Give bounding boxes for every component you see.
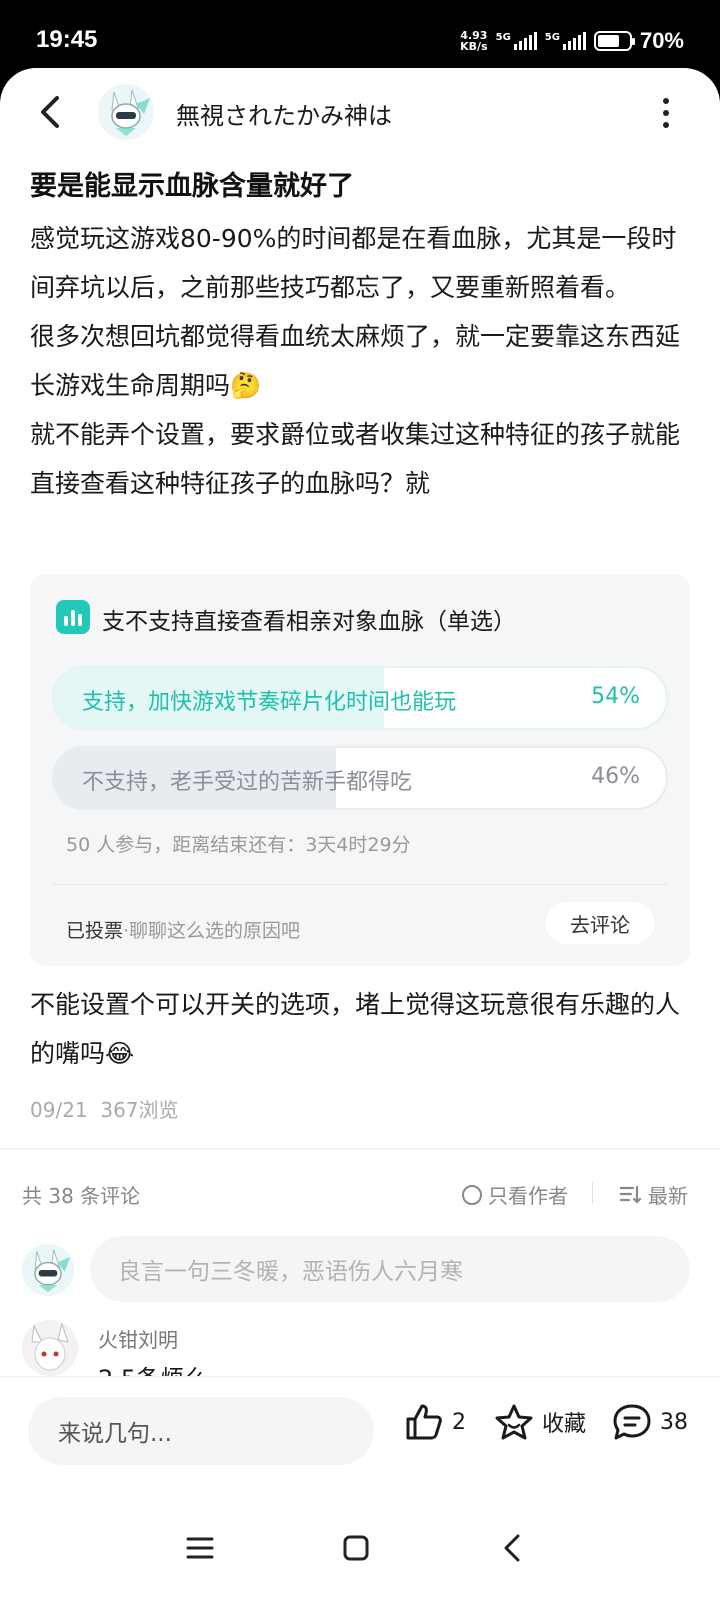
avatar-image <box>98 84 154 140</box>
radio-circle-icon <box>462 1184 482 1205</box>
favorite-button[interactable]: 收藏 <box>494 1403 586 1441</box>
avatar-image <box>22 1244 74 1296</box>
back-button[interactable] <box>30 92 70 132</box>
status-icons: 4.93 KB/s 5G 5G 70% <box>460 28 684 54</box>
sort-latest-button[interactable]: 最新 <box>620 1180 688 1209</box>
avatar-image <box>22 1320 78 1376</box>
commenter-name[interactable]: 火钳刘明 <box>98 1324 178 1353</box>
post-body: 感觉玩这游戏80-90%的时间都是在看血脉，尤其是一段时间弃坑以后，之前那些技巧… <box>30 214 692 508</box>
favorite-label: 收藏 <box>542 1412 587 1437</box>
go-comment-button[interactable]: 去评论 <box>546 902 654 944</box>
comments-header: 共 38 条评论 只看作者 最新 <box>0 1172 720 1212</box>
status-bar: 19:45 4.93 KB/s 5G 5G 70% <box>0 0 720 70</box>
post-paragraph: 不能设置个可以开关的选项，堵上觉得这玩意很有乐趣的人的嘴吗😂 <box>30 990 681 1068</box>
comment-bubble-icon <box>613 1404 651 1440</box>
dot-icon <box>663 98 669 104</box>
post-detail-screen: 無視されたかみ神は 要是能显示血脉含量就好了 感觉玩这游戏80-90%的时间都是… <box>0 68 720 1600</box>
dot-icon <box>663 122 669 128</box>
my-avatar <box>22 1244 74 1296</box>
poll-option-label: 支持，加快游戏节奏碎片化时间也能玩 <box>82 690 457 715</box>
like-button[interactable]: 2 <box>404 1403 466 1441</box>
author-name[interactable]: 無視されたかみ神は <box>176 96 392 131</box>
say-something-input[interactable]: 来说几句... <box>28 1397 374 1465</box>
poll-card: 支不支持直接查看相亲对象血脉（单选） 支持，加快游戏节奏碎片化时间也能玩 54%… <box>30 574 690 966</box>
like-count: 2 <box>452 1409 466 1435</box>
post-views: 367浏览 <box>100 1098 179 1122</box>
network-speed: 4.93 KB/s <box>460 29 488 53</box>
sort-icon <box>620 1185 642 1203</box>
divider <box>52 884 668 885</box>
post-meta: 09/21 367浏览 <box>30 1094 179 1123</box>
poll-option-label: 不支持，老手受过的苦新手都得吃 <box>82 770 413 795</box>
status-time: 19:45 <box>36 26 98 53</box>
recent-apps-button[interactable] <box>180 1528 220 1568</box>
chevron-left-icon <box>41 96 59 128</box>
star-icon <box>495 1404 533 1440</box>
system-nav-bar <box>0 1492 720 1600</box>
more-options-button[interactable] <box>656 98 676 128</box>
thumbs-up-icon <box>406 1404 442 1440</box>
battery-icon <box>593 31 635 51</box>
post-date: 09/21 <box>30 1098 88 1122</box>
top-bar: 無視されたかみ神は <box>0 68 720 156</box>
battery-percent: 70% <box>639 28 684 53</box>
post-paragraph: 很多次想回坑都觉得看血统太麻烦了，就一定要靠这东西延长游戏生命周期吗🤔 <box>30 322 681 400</box>
poll-meta: 50 人参与，距离结束还有：3天4时29分 <box>66 834 411 856</box>
comment-button[interactable]: 38 <box>612 1403 688 1441</box>
author-avatar[interactable] <box>98 84 154 140</box>
poll-title: 支不支持直接查看相亲对象血脉（单选） <box>102 609 516 635</box>
post-paragraph: 感觉玩这游戏80-90%的时间都是在看血脉，尤其是一段时间弃坑以后，之前那些技巧… <box>30 224 677 302</box>
voted-hint: ·聊聊这么选的原因吧 <box>123 920 301 942</box>
square-home-icon <box>343 1535 369 1561</box>
commenter-avatar[interactable] <box>22 1320 78 1376</box>
poll-option-oppose[interactable]: 不支持，老手受过的苦新手都得吃 46% <box>52 746 668 810</box>
divider <box>0 1148 720 1150</box>
poll-option-percent: 46% <box>591 764 640 789</box>
divider <box>592 1182 593 1204</box>
signal-icon: 5G <box>496 32 537 50</box>
poll-option-support[interactable]: 支持，加快游戏节奏碎片化时间也能玩 54% <box>52 666 668 730</box>
bottom-action-bar: 来说几句... 2 收藏 38 <box>0 1376 720 1492</box>
comments-count: 共 38 条评论 <box>22 1184 141 1208</box>
only-author-toggle[interactable]: 只看作者 <box>462 1180 568 1209</box>
poll-option-percent: 54% <box>591 684 640 709</box>
chevron-left-icon <box>504 1534 520 1562</box>
menu-icon <box>186 1537 214 1559</box>
poll-chart-icon <box>56 600 90 634</box>
system-back-button[interactable] <box>492 1528 532 1568</box>
signal-icon-2: 5G <box>545 32 586 50</box>
home-button[interactable] <box>336 1528 376 1568</box>
comment-input[interactable]: 良言一句三冬暖，恶语伤人六月寒 <box>90 1236 690 1302</box>
post-paragraph: 就不能弄个设置，要求爵位或者收集过这种特征的孩子就能直接查看这种特征孩子的血脉吗… <box>30 420 681 498</box>
post-title: 要是能显示血脉含量就好了 <box>30 171 354 202</box>
voted-status: 已投票·聊聊这么选的原因吧 <box>66 916 300 943</box>
voted-label: 已投票 <box>66 920 124 942</box>
dot-icon <box>663 110 669 116</box>
comment-count: 38 <box>660 1409 688 1435</box>
